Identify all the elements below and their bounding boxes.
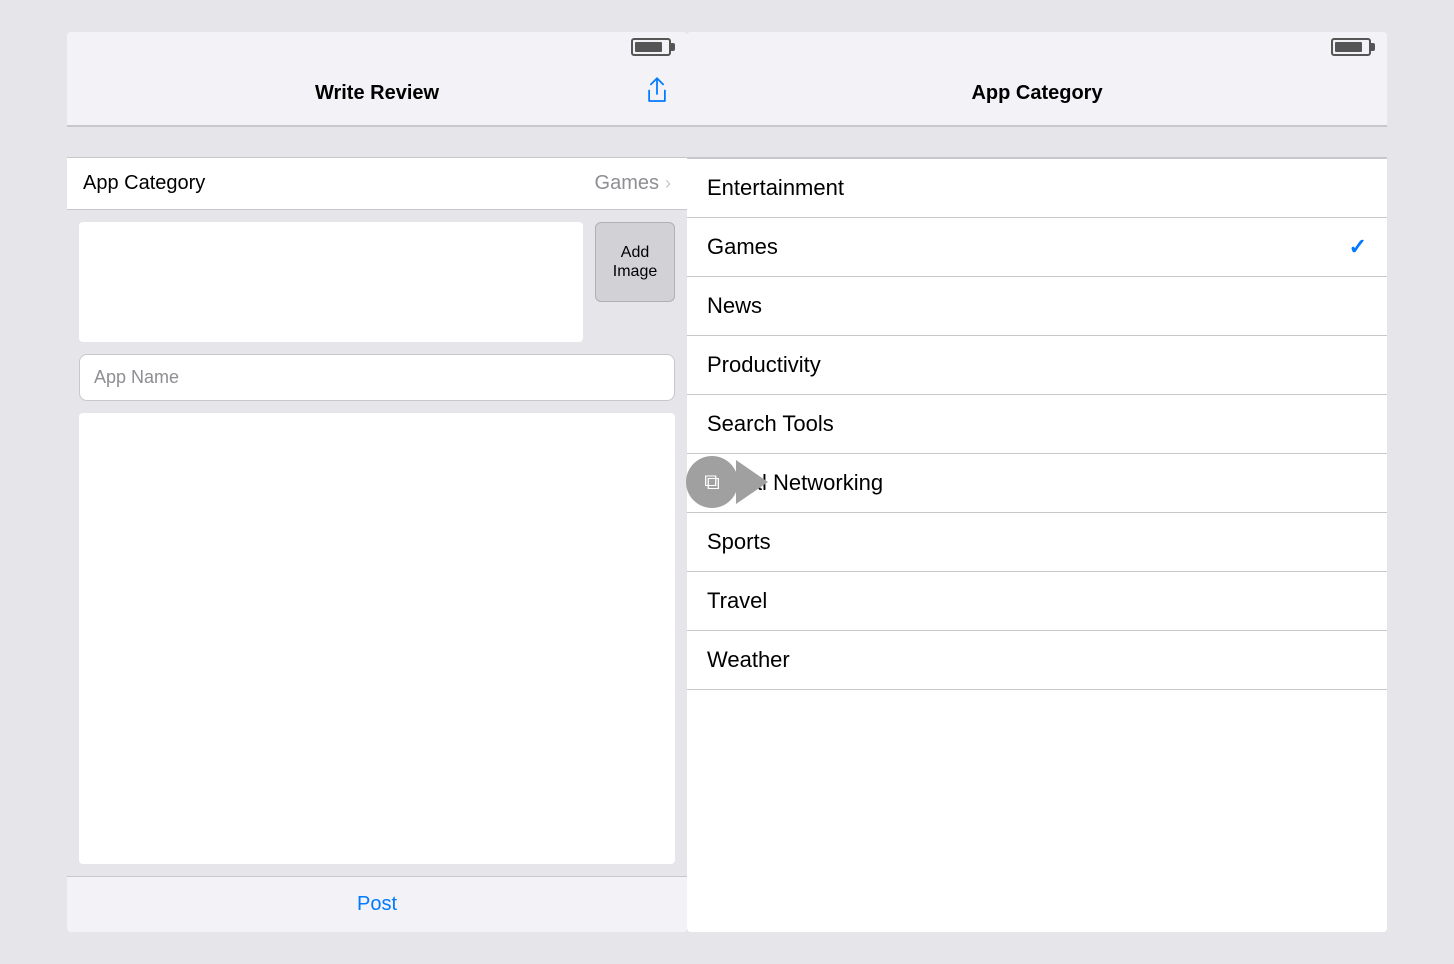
checkmark-icon: ✓ [1349,234,1367,260]
category-item-label: Sports [707,529,771,555]
add-image-button[interactable]: Add Image [595,222,675,302]
nav-bar-right: App Category [687,62,1387,126]
list-item[interactable]: Search Tools [687,395,1387,454]
list-item[interactable]: Weather [687,631,1387,690]
category-item-label: Productivity [707,352,821,378]
nav-title-left: Write Review [315,82,439,105]
list-item[interactable]: Sports [687,513,1387,572]
app-name-field[interactable]: App Name [79,354,675,401]
status-bar-left [67,32,687,62]
list-item[interactable]: Entertainment [687,158,1387,218]
app-name-placeholder: App Name [94,367,179,387]
category-item-label: Games [707,234,778,260]
category-label: App Category [83,172,205,195]
post-bar[interactable]: Post [67,876,687,932]
connector-arrow [736,460,768,504]
battery-icon-right [1331,38,1371,56]
connector-circle: ⧉ [686,456,738,508]
review-textarea[interactable] [79,413,675,864]
post-button-label: Post [357,893,397,916]
image-placeholder [79,222,583,342]
list-item[interactable]: News [687,277,1387,336]
chevron-icon: › [665,173,671,194]
list-item[interactable]: Games ✓ [687,218,1387,277]
category-item-label: Weather [707,647,790,673]
list-item[interactable]: Social Networking [687,454,1387,513]
gray-separator-left [67,126,687,158]
nav-bar-left: Write Review [67,62,687,126]
write-review-screen: Write Review App Category Games › [67,32,687,932]
nav-title-right: App Category [971,82,1102,105]
app-category-screen: App Category Entertainment Games ✓ News Prod… [687,32,1387,932]
category-value: Games › [595,172,671,195]
share-icon [643,76,671,104]
image-row: Add Image [79,222,675,342]
gray-separator-right [687,126,1387,158]
screens-container: Write Review App Category Games › [0,0,1454,964]
list-item[interactable]: Productivity [687,336,1387,395]
screen-connector: ⧉ [686,456,768,508]
battery-icon-left [631,38,671,56]
connector-icon: ⧉ [704,469,720,495]
category-item-label: Entertainment [707,175,844,201]
category-row[interactable]: App Category Games › [67,158,687,210]
category-item-label: Search Tools [707,411,834,437]
category-list: Entertainment Games ✓ News Productivity Searc… [687,158,1387,932]
list-item[interactable]: Travel [687,572,1387,631]
category-item-label: Travel [707,588,767,614]
category-value-text: Games [595,172,659,195]
share-button[interactable] [643,76,671,111]
status-bar-right [687,32,1387,62]
category-item-label: News [707,293,762,319]
content-area: Add Image App Name [67,210,687,876]
